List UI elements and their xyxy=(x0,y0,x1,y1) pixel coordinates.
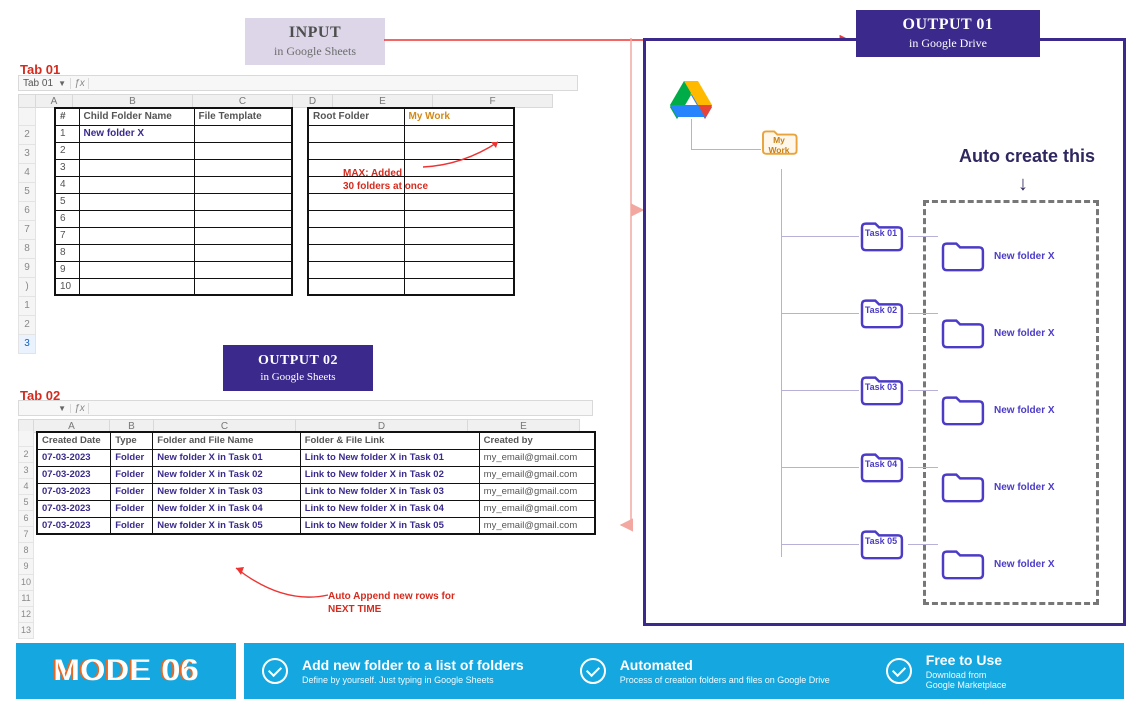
sheet2-row-headers: 2345678910111213 xyxy=(18,431,34,639)
badge-output2-sub: in Google Sheets xyxy=(237,371,359,383)
folder-task-05: Task 05 xyxy=(858,524,904,562)
auto-create-title: Auto create this xyxy=(959,146,1095,167)
mode-badge: MODE 06 xyxy=(16,643,236,699)
label-newx-5: New folder X xyxy=(994,559,1055,570)
badge-input-sub: in Google Sheets xyxy=(263,44,367,59)
badge-output1-title: OUTPUT 01 xyxy=(874,16,1022,34)
check-icon xyxy=(886,658,912,684)
folder-root: My Work xyxy=(759,125,799,157)
formula-bar[interactable]: Tab 01 ▼ ƒx xyxy=(18,75,578,91)
sheet1: Tab 01▼ ƒx A BC DE F 23456789)123 #Child… xyxy=(18,75,583,108)
down-arrow-icon: ↓ xyxy=(1018,173,1028,196)
google-drive-icon-overlay xyxy=(670,81,712,119)
badge-output1-sub: in Google Drive xyxy=(874,36,1022,51)
footer-bar: MODE 06 Add new folder to a list of fold… xyxy=(16,643,1124,699)
label-newx-4: New folder X xyxy=(994,482,1055,493)
caret-icon[interactable]: ▼ xyxy=(58,404,66,413)
note-auto-append: Auto Append new rows for NEXT TIME xyxy=(328,590,455,616)
check-icon xyxy=(580,658,606,684)
note-max-folders: MAX: Added 30 folders at once xyxy=(343,167,428,193)
sheet1-left-table[interactable]: #Child Folder NameFile Template 1New fol… xyxy=(54,107,293,296)
note-arrow-2 xyxy=(228,560,338,610)
folder-newx-1 xyxy=(939,236,985,274)
sheet1-right-table[interactable]: Root FolderMy Work xyxy=(307,107,515,296)
label-newx-2: New folder X xyxy=(994,328,1055,339)
badge-input-title: INPUT xyxy=(263,24,367,42)
caret-icon[interactable]: ▼ xyxy=(58,79,66,88)
folder-newx-3 xyxy=(939,390,985,428)
sheet2: ▼ ƒx A BC DE 2345678910111213 Created Da… xyxy=(18,400,618,433)
sheet2-log-table[interactable]: Created DateType Folder and File NameFol… xyxy=(36,431,596,535)
formula-bar-2[interactable]: ▼ ƒx xyxy=(18,400,593,416)
feature-1: Add new folder to a list of foldersDefin… xyxy=(244,643,1124,699)
folder-task-01: Task 01 xyxy=(858,216,904,254)
check-icon xyxy=(262,658,288,684)
drive-panel: Auto create this ↓ My Work Task 01 Task … xyxy=(643,38,1126,626)
folder-newx-5 xyxy=(939,544,985,582)
label-newx-1: New folder X xyxy=(994,251,1055,262)
cell-new-folder[interactable]: New folder X xyxy=(79,125,194,142)
name-box: Tab 01 xyxy=(23,78,53,89)
sheet1-row-headers: 23456789)123 xyxy=(18,108,36,354)
folder-task-02: Task 02 xyxy=(858,293,904,331)
badge-output2: OUTPUT 02 in Google Sheets xyxy=(223,345,373,391)
fx-icon: ƒx xyxy=(71,78,89,89)
folder-task-04: Task 04 xyxy=(858,447,904,485)
folder-newx-4 xyxy=(939,467,985,505)
sheet1-col-headers: A BC DE F xyxy=(18,94,583,108)
badge-input: INPUT in Google Sheets xyxy=(245,18,385,65)
folder-task-03: Task 03 xyxy=(858,370,904,408)
fx-icon: ƒx xyxy=(71,403,89,414)
folder-newx-2 xyxy=(939,313,985,351)
label-newx-3: New folder X xyxy=(994,405,1055,416)
badge-output1: OUTPUT 01 in Google Drive xyxy=(856,10,1040,57)
badge-output2-title: OUTPUT 02 xyxy=(237,353,359,369)
